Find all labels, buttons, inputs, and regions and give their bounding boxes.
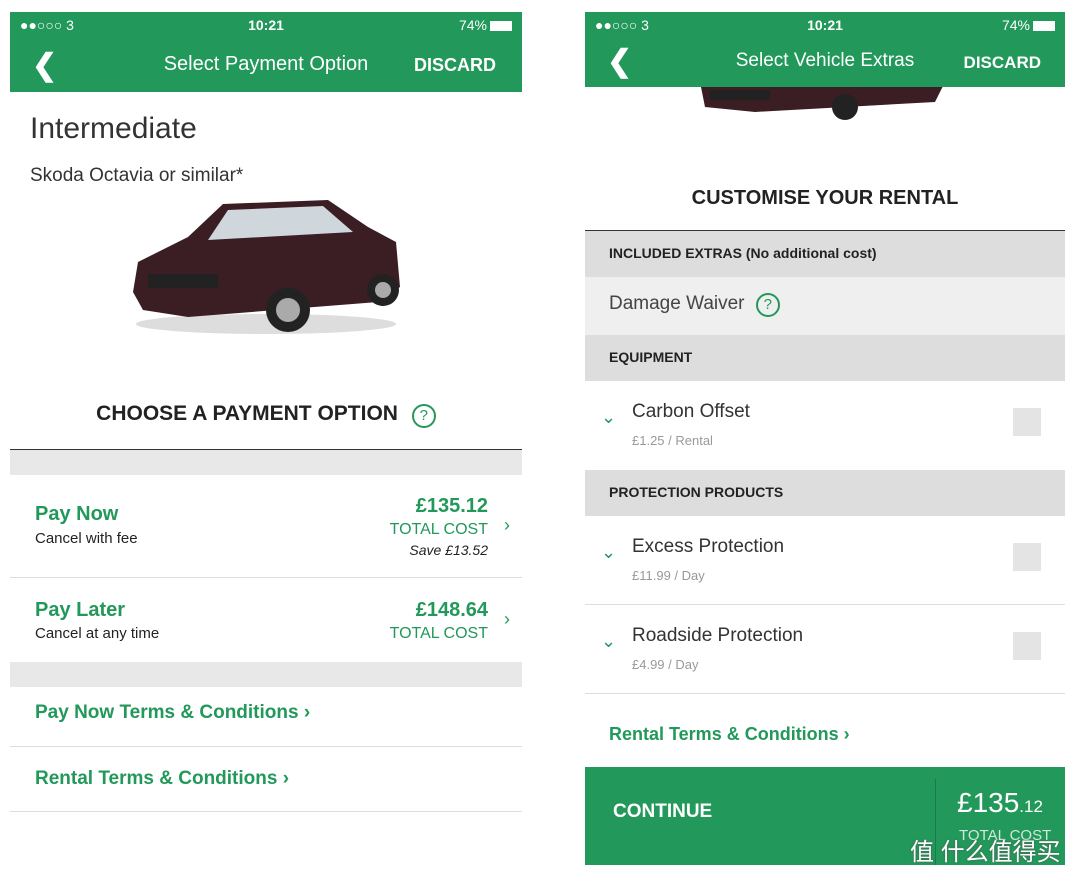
total-price: £135.12 <box>957 787 1043 819</box>
extra-name: Roadside Protection <box>632 625 804 646</box>
price-main: £135 <box>957 787 1020 818</box>
battery-percent: 74% <box>1001 17 1030 33</box>
section-title-text: CHOOSE A PAYMENT OPTION <box>96 402 398 425</box>
vehicle-model: Skoda Octavia or similar* <box>30 165 244 186</box>
equipment-header: EQUIPMENT <box>585 335 1065 381</box>
extra-checkbox[interactable] <box>1013 408 1041 436</box>
battery-icon <box>1033 21 1055 32</box>
section-title: CHOOSE A PAYMENT OPTION ? <box>10 402 522 428</box>
rental-terms-link[interactable]: Rental Terms & Conditions › <box>10 748 522 812</box>
price-cents: .12 <box>1019 797 1043 816</box>
chevron-right-icon: › <box>504 515 510 535</box>
battery: 74% <box>1002 17 1055 33</box>
nav-bar: ❮ Select Vehicle Extras DISCARD <box>585 40 1065 87</box>
battery: 74% <box>459 17 512 33</box>
car-image <box>133 200 400 334</box>
extra-price: £1.25 / Rental <box>632 433 713 448</box>
chevron-down-icon[interactable]: ⌄ <box>601 407 616 428</box>
extra-price: £4.99 / Day <box>632 657 699 672</box>
option-desc: Cancel with fee <box>35 530 138 547</box>
clock: 10:21 <box>807 17 843 33</box>
header: ●●○○○ 3 10:21 74% ❮ Select Payment Optio… <box>10 12 522 92</box>
clock: 10:21 <box>248 17 284 33</box>
battery-percent: 74% <box>458 17 487 33</box>
extra-price: £11.99 / Day <box>632 568 705 583</box>
included-header: INCLUDED EXTRAS (No additional cost) <box>585 231 1065 277</box>
extra-checkbox[interactable] <box>1013 632 1041 660</box>
extra-name: Excess Protection <box>632 536 785 557</box>
status-bar: ●●○○○ 3 10:21 74% <box>10 12 522 40</box>
header: ●●○○○ 3 10:21 74% ❮ Select Vehicle Extra… <box>585 12 1065 87</box>
nav-bar: ❮ Select Payment Option DISCARD <box>10 40 522 92</box>
section-title: CUSTOMISE YOUR RENTAL <box>691 187 959 209</box>
option-desc: Cancel at any time <box>35 625 160 642</box>
included-item: Damage Waiver ? <box>585 277 1065 335</box>
status-bar: ●●○○○ 3 10:21 74% <box>585 12 1065 40</box>
help-icon[interactable]: ? <box>755 293 780 317</box>
protection-header: PROTECTION PRODUCTS <box>585 470 1065 516</box>
option-name: Pay Now <box>35 503 119 525</box>
watermark: 值 什么值得买 <box>910 839 1061 866</box>
extra-excess-protection[interactable]: ⌄ Excess Protection £11.99 / Day <box>585 516 1065 605</box>
savings: Save £13.52 <box>409 542 488 558</box>
option-name: Pay Later <box>35 599 126 621</box>
discard-button[interactable]: DISCARD <box>964 53 1041 73</box>
spacer <box>10 662 522 687</box>
vehicle-class: Intermediate <box>30 112 197 145</box>
pay-now-terms-link[interactable]: Pay Now Terms & Conditions › <box>10 687 522 747</box>
extra-checkbox[interactable] <box>1013 543 1041 571</box>
help-icon[interactable]: ? <box>411 404 436 428</box>
left-screen: ●●○○○ 3 10:21 74% ❮ Select Payment Optio… <box>10 12 522 822</box>
payment-option-pay-later[interactable]: Pay Later Cancel at any time £148.64 TOT… <box>10 579 522 662</box>
payment-option-pay-now[interactable]: Pay Now Cancel with fee £135.12 TOTAL CO… <box>10 475 522 578</box>
extra-name: Carbon Offset <box>632 401 750 422</box>
discard-button[interactable]: DISCARD <box>414 55 496 76</box>
option-price-label: TOTAL COST <box>389 521 488 538</box>
spacer <box>10 450 522 475</box>
continue-button[interactable]: CONTINUE <box>613 801 712 823</box>
option-price: £135.12 <box>415 495 488 517</box>
option-price-label: TOTAL COST <box>389 625 488 642</box>
extra-roadside-protection[interactable]: ⌄ Roadside Protection £4.99 / Day <box>585 605 1065 694</box>
chevron-down-icon[interactable]: ⌄ <box>601 631 616 652</box>
rental-terms-link[interactable]: Rental Terms & Conditions › <box>609 724 850 745</box>
right-screen: ●●○○○ 3 10:21 74% ❮ Select Vehicle Extra… <box>585 12 1065 865</box>
option-price: £148.64 <box>415 599 488 621</box>
extra-carbon-offset[interactable]: ⌄ Carbon Offset £1.25 / Rental <box>585 381 1065 470</box>
chevron-right-icon: › <box>504 609 510 629</box>
chevron-down-icon[interactable]: ⌄ <box>601 542 616 563</box>
battery-icon <box>490 21 512 32</box>
included-item-name: Damage Waiver <box>609 293 745 314</box>
